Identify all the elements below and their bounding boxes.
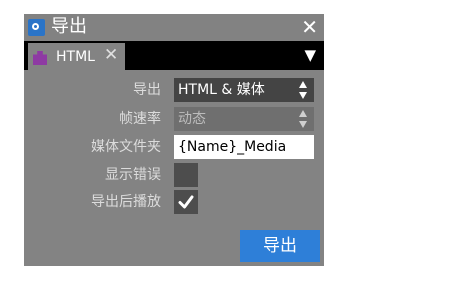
tab-html[interactable]: HTML ✕	[28, 43, 125, 70]
play-after-label: 导出后播放	[91, 194, 161, 210]
tab-menu-icon[interactable]: ▼	[304, 45, 316, 65]
close-icon[interactable]: ✕	[301, 15, 318, 39]
framerate-select[interactable]: 动态	[174, 107, 314, 131]
puzzle-icon	[33, 51, 47, 65]
dialog-title: 导出	[51, 16, 87, 37]
export-app-icon	[28, 19, 45, 36]
framerate-row: 帧速率 动态	[24, 107, 324, 131]
show-errors-checkbox[interactable]	[174, 163, 198, 187]
export-row: 导出 HTML & 媒体	[24, 78, 324, 102]
framerate-label: 帧速率	[119, 111, 161, 127]
export-dialog: 导出 ✕ HTML ✕ ▼ 导出 HTML & 媒体 帧速率 动态 媒体文件夹 …	[24, 14, 324, 266]
export-label: 导出	[133, 82, 161, 98]
export-button[interactable]: 导出	[240, 230, 320, 262]
title-bar[interactable]: 导出 ✕	[24, 14, 324, 41]
media-folder-input[interactable]	[174, 135, 314, 159]
checkmark-icon	[178, 195, 194, 209]
media-folder-row: 媒体文件夹	[24, 135, 324, 159]
media-folder-label: 媒体文件夹	[91, 139, 161, 155]
export-select[interactable]: HTML & 媒体	[174, 78, 314, 102]
tab-close-icon[interactable]: ✕	[104, 45, 118, 65]
updown-arrows-icon	[299, 110, 308, 128]
play-after-checkbox[interactable]	[174, 190, 198, 214]
tab-label: HTML	[56, 49, 95, 65]
updown-arrows-icon	[299, 81, 308, 99]
export-select-value: HTML & 媒体	[178, 82, 265, 98]
tab-bar: HTML ✕ ▼	[24, 41, 324, 70]
show-errors-label: 显示错误	[105, 167, 161, 183]
play-after-row: 导出后播放	[24, 190, 324, 214]
framerate-select-value: 动态	[178, 111, 206, 127]
show-errors-row: 显示错误	[24, 163, 324, 187]
